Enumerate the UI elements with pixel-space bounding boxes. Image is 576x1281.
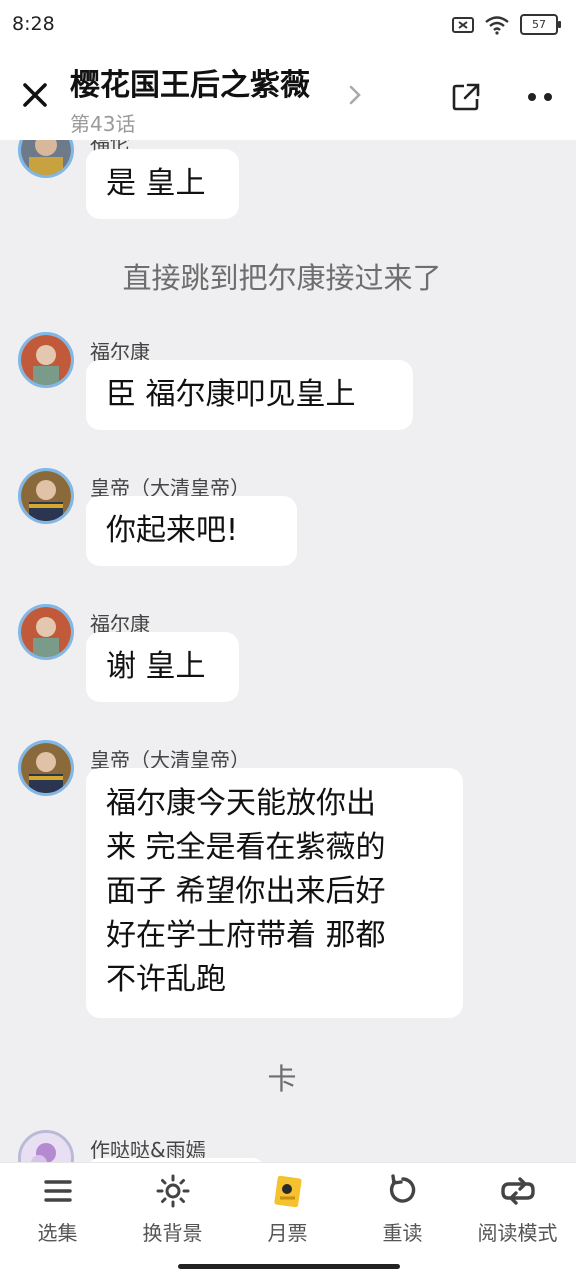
avatar[interactable] (18, 468, 74, 524)
share-icon[interactable] (450, 81, 482, 113)
tab-reading-mode[interactable]: 阅读模式 (460, 1173, 575, 1246)
status-time: 8:28 (12, 13, 55, 35)
message-bubble[interactable]: 福尔康今天能放你出 来 完全是看在紫薇的 面子 希望你出来后好 好在学士府带着 … (86, 768, 463, 1018)
tab-background[interactable]: 换背景 (115, 1173, 230, 1246)
avatar[interactable] (18, 1130, 74, 1162)
tab-label: 月票 (267, 1221, 308, 1245)
tab-monthly-ticket[interactable]: 月票 (230, 1173, 345, 1246)
chat-content[interactable]: 福伦 是 皇上 直接跳到把尔康接过来了 福尔康 臣 福尔康叩见皇上 皇帝（大清皇… (0, 140, 576, 1162)
chevron-right-icon[interactable] (344, 84, 366, 106)
message-bubble[interactable]: 你起来吧! (86, 496, 297, 566)
story-title[interactable]: 樱花国王后之紫薇 (70, 60, 310, 104)
tab-label: 阅读模式 (477, 1221, 558, 1245)
avatar[interactable] (18, 332, 74, 388)
narration-text: 直接跳到把尔康接过来了 (122, 261, 442, 295)
message-line: 面子 希望你出来后好 (106, 874, 386, 909)
message-bubble[interactable]: 谢 皇上 (86, 632, 239, 702)
refresh-icon (389, 1174, 415, 1203)
tab-label: 换背景 (142, 1221, 203, 1245)
tab-label: 重读 (382, 1221, 423, 1245)
episode-label: 第43话 (70, 112, 136, 136)
home-indicator[interactable] (178, 1264, 400, 1269)
battery-icon: 57 (520, 14, 561, 35)
loop-icon (500, 1177, 535, 1205)
status-bar: 8:28 57 (0, 0, 576, 50)
avatar[interactable] (18, 604, 74, 660)
wifi-icon (485, 15, 509, 35)
message-bubble[interactable]: 是 皇上 (86, 149, 239, 219)
list-icon (43, 1180, 72, 1202)
sun-icon (156, 1174, 189, 1208)
ticket-icon (273, 1175, 301, 1208)
close-icon[interactable] (20, 80, 50, 110)
tab-label: 选集 (37, 1221, 78, 1245)
tab-episodes[interactable]: 选集 (0, 1173, 115, 1246)
tab-reread[interactable]: 重读 (345, 1173, 460, 1246)
message-bubble[interactable]: 臣 福尔康叩见皇上 (86, 360, 413, 430)
no-sim-icon (452, 16, 474, 33)
avatar[interactable] (18, 740, 74, 796)
narration-text: 卡 (267, 1062, 297, 1096)
message-line: 不许乱跑 (106, 962, 226, 997)
reader-header: 樱花国王后之紫薇 第43话 (0, 50, 576, 140)
message-line: 福尔康今天能放你出 (106, 786, 376, 821)
avatar[interactable] (18, 140, 74, 178)
message-line: 好在学士府带着 那都 (106, 918, 386, 953)
message-line: 来 完全是看在紫薇的 (106, 830, 386, 865)
more-icon[interactable] (524, 90, 556, 104)
status-icons: 57 (452, 14, 561, 35)
